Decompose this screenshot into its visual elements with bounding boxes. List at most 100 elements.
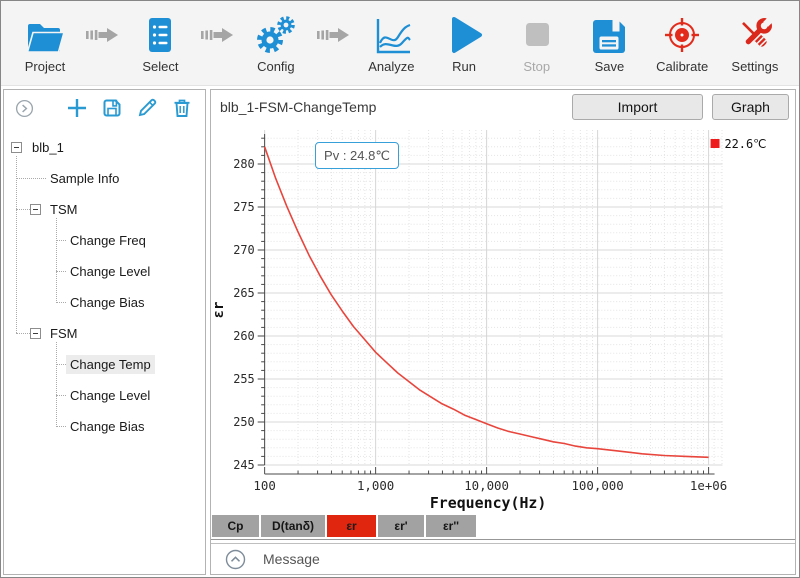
toolbar-label: Calibrate — [656, 59, 708, 74]
tree-connector — [16, 156, 17, 333]
content-area: blb_1 Sample Info TSM Change Freq — [1, 87, 799, 577]
tools-icon — [733, 13, 777, 57]
project-tree: blb_1 Sample Info TSM Change Freq — [4, 126, 205, 574]
svg-text:22.6℃: 22.6℃ — [724, 137, 766, 151]
tree-node[interactable]: Change Freq — [4, 225, 205, 256]
toolbar-label: Select — [142, 59, 178, 74]
svg-text:250: 250 — [233, 415, 254, 429]
svg-text:Frequency(Hz): Frequency(Hz) — [430, 494, 547, 512]
tree-node-label: Change Freq — [66, 231, 150, 250]
toolbar: Project Select — [1, 1, 799, 86]
analyze-button[interactable]: Analyze — [359, 13, 423, 74]
expander-icon[interactable] — [11, 142, 22, 153]
edit-icon[interactable] — [135, 96, 159, 120]
chart-area: 245 250 255 260 265 270 275 280 100 1,000 10,000 10… — [211, 124, 795, 515]
svg-text:245: 245 — [233, 458, 254, 472]
folder-icon — [23, 13, 67, 57]
stop-button: Stop — [505, 13, 569, 74]
svg-text:1e+06: 1e+06 — [690, 478, 727, 493]
svg-text:260: 260 — [233, 329, 254, 343]
svg-text:εr: εr — [211, 302, 227, 319]
tab-er-doubleprime[interactable]: εr'' — [426, 515, 476, 537]
collapse-panel-icon[interactable] — [15, 99, 34, 118]
main-header: blb_1-FSM-ChangeTemp Import Graph — [211, 90, 795, 124]
toolbar-label: Stop — [523, 59, 550, 74]
tab-er[interactable]: εr — [327, 515, 376, 537]
calibrate-button[interactable]: Calibrate — [650, 13, 714, 74]
tree-toolbar — [4, 90, 205, 126]
message-label: Message — [263, 551, 320, 567]
main-panel: blb_1-FSM-ChangeTemp Import Graph 245 250… — [210, 89, 796, 575]
tree-node[interactable]: Change Level — [4, 256, 205, 287]
expander-icon[interactable] — [30, 204, 41, 215]
tab-d-tand[interactable]: D(tanδ) — [261, 515, 325, 537]
tree-node-label: Change Bias — [66, 417, 148, 436]
tree-node-label: Change Level — [66, 386, 154, 405]
tree-connector — [56, 342, 57, 427]
collapse-message-icon[interactable] — [225, 549, 246, 570]
svg-text:255: 255 — [233, 372, 254, 386]
play-icon — [442, 13, 486, 57]
config-button[interactable]: Config — [244, 13, 308, 74]
tree-node[interactable]: TSM — [4, 194, 205, 225]
chart-icon — [369, 13, 413, 57]
project-tree-panel: blb_1 Sample Info TSM Change Freq — [3, 89, 206, 575]
flow-arrow-icon — [317, 26, 351, 44]
flow-arrow-icon — [86, 26, 120, 44]
toolbar-label: Analyze — [368, 59, 414, 74]
svg-text:100: 100 — [253, 478, 275, 493]
import-button[interactable]: Import — [572, 94, 703, 120]
toolbar-label: Settings — [731, 59, 778, 74]
tab-cp[interactable]: Cp — [212, 515, 259, 537]
tree-node[interactable]: FSM — [4, 318, 205, 349]
floppy-icon — [587, 13, 631, 57]
tree-node-label: blb_1 — [28, 138, 68, 157]
flow-arrow-icon — [201, 26, 235, 44]
toolbar-label: Save — [595, 59, 625, 74]
target-icon — [660, 13, 704, 57]
tree-connector — [56, 218, 57, 303]
tree-node-label: Change Bias — [66, 293, 148, 312]
tree-node-root[interactable]: blb_1 — [4, 132, 205, 163]
gears-icon — [254, 13, 298, 57]
run-button[interactable]: Run — [432, 13, 496, 74]
tree-node-label: Change Level — [66, 262, 154, 281]
svg-text:275: 275 — [233, 200, 254, 214]
settings-button[interactable]: Settings — [723, 13, 787, 74]
tree-node-selected[interactable]: Change Temp — [4, 349, 205, 380]
graph-button[interactable]: Graph — [712, 94, 789, 120]
tree-node-label: Sample Info — [46, 169, 123, 188]
list-icon — [138, 13, 182, 57]
svg-text:10,000: 10,000 — [464, 478, 509, 493]
message-bar: Message — [211, 543, 795, 574]
tree-node-label: Change Temp — [66, 355, 155, 374]
tree-node[interactable]: Change Bias — [4, 411, 205, 442]
save-tree-icon[interactable] — [100, 96, 124, 120]
tab-er-prime[interactable]: εr' — [378, 515, 424, 537]
app-window: Project Select — [0, 0, 800, 578]
svg-text:100,000: 100,000 — [571, 478, 623, 493]
stop-icon — [515, 13, 559, 57]
expander-icon[interactable] — [30, 328, 41, 339]
tree-node[interactable]: Change Level — [4, 380, 205, 411]
chart-canvas[interactable]: 245 250 255 260 265 270 275 280 100 1,000 10,000 10… — [211, 124, 795, 515]
svg-text:1,000: 1,000 — [357, 478, 394, 493]
tree-node-label: TSM — [46, 200, 81, 219]
project-button[interactable]: Project — [13, 13, 77, 74]
toolbar-label: Project — [25, 59, 65, 74]
svg-text:280: 280 — [233, 157, 254, 171]
add-icon[interactable] — [65, 96, 89, 120]
select-button[interactable]: Select — [128, 13, 192, 74]
delete-icon[interactable] — [170, 96, 194, 120]
toolbar-label: Run — [452, 59, 476, 74]
tree-node-label: FSM — [46, 324, 81, 343]
curve-tabs: Cp D(tanδ) εr εr' εr'' — [211, 515, 795, 540]
toolbar-label: Config — [257, 59, 295, 74]
chart-tooltip: Pv : 24.8℃ — [315, 142, 399, 169]
tree-node[interactable]: Change Bias — [4, 287, 205, 318]
tree-node[interactable]: Sample Info — [4, 163, 205, 194]
svg-text:270: 270 — [233, 243, 254, 257]
page-title: blb_1-FSM-ChangeTemp — [220, 99, 376, 115]
svg-text:265: 265 — [233, 286, 254, 300]
save-button[interactable]: Save — [577, 13, 641, 74]
